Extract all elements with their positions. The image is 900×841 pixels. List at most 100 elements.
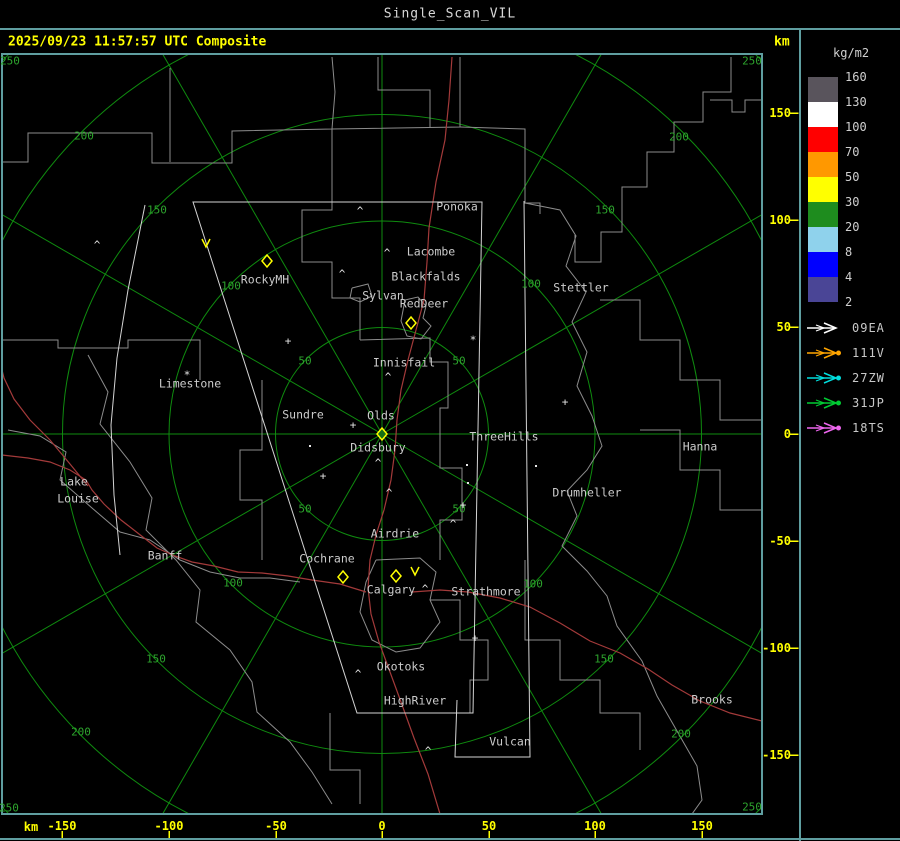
ring-distance-label: 150 — [595, 203, 615, 217]
storm-vector-icon — [410, 566, 420, 577]
town-label: Stettler — [553, 280, 609, 295]
radar-site-id-label: 18TS — [852, 421, 885, 435]
bottom-axis-tick-label: 150 — [691, 819, 713, 833]
town-plus-marker: + — [319, 469, 327, 483]
radar-site-diamond-icon — [376, 426, 388, 442]
town-plus-marker: + — [459, 498, 467, 512]
town-plus-marker: + — [284, 334, 292, 348]
radar-site-id-label: 111V — [852, 346, 885, 360]
vil-scale-color-block — [808, 202, 838, 227]
vil-scale-value-label: 30 — [845, 195, 860, 209]
town-caret-marker: ^ — [449, 517, 457, 531]
town-caret-marker: ^ — [421, 582, 429, 596]
town-label: Drumheller — [552, 485, 622, 500]
county-boundary — [331, 57, 461, 130]
town-label: HighRiver — [383, 693, 447, 708]
town-label: RedDeer — [399, 296, 449, 311]
site-arrow-tip — [836, 375, 841, 381]
radial-line — [162, 55, 383, 435]
radar-site-id-label: 09EA — [852, 321, 885, 335]
right-axis-tick-label: 0 — [783, 427, 791, 441]
ring-distance-label: 200 — [74, 129, 94, 143]
range-ring — [3, 55, 761, 813]
town-label: Lake — [60, 474, 88, 489]
town-caret-marker: ^ — [354, 667, 362, 681]
town-label: Innisfail — [372, 355, 436, 370]
town-dot-marker — [535, 465, 537, 467]
county-boundary — [359, 557, 441, 653]
radar-map-canvas — [0, 29, 900, 841]
vil-scale-color-block — [808, 252, 838, 277]
radar-site-diamond-icon — [405, 315, 417, 331]
map-layers — [3, 55, 761, 813]
ring-distance-label: 150 — [146, 652, 166, 666]
bottom-axis-tick-label: -100 — [154, 819, 184, 833]
highway-line — [3, 371, 89, 487]
county-boundary — [87, 354, 333, 805]
ring-distance-label: 250 — [0, 801, 19, 815]
town-caret-marker: ^ — [356, 204, 364, 218]
town-label: Sundre — [282, 407, 324, 422]
vil-scale-value-label: 2 — [845, 295, 853, 309]
right-axis-tick-label: 100 — [769, 213, 791, 227]
ring-distance-label: 250 — [742, 54, 762, 68]
town-dot-marker — [466, 464, 468, 466]
radar-app-window: Single_Scan_VIL 2025/09/23 11:57:57 UTC … — [0, 0, 900, 841]
ring-distance-label: 200 — [671, 727, 691, 741]
county-boundary — [301, 129, 361, 340]
vil-scale-value-label: 160 — [845, 70, 867, 84]
town-star-marker: * — [183, 368, 191, 382]
town-caret-marker: ^ — [385, 486, 393, 500]
radar-site-diamond-icon — [337, 569, 349, 585]
site-arrow-tip — [836, 350, 841, 356]
legend-units-label: kg/m2 — [833, 46, 870, 60]
vil-scale-value-label: 50 — [845, 170, 860, 184]
bottom-axis-unit-label: km — [23, 820, 39, 834]
bottom-axis-tick-label: -150 — [47, 819, 77, 833]
town-plus-marker: + — [471, 631, 479, 645]
scan-sector-outline — [454, 200, 531, 758]
radar-site-id-label: 27ZW — [852, 371, 885, 385]
ring-distance-label: 250 — [742, 800, 762, 814]
right-axis-tick-label: 150 — [769, 106, 791, 120]
ring-distance-label: 150 — [594, 652, 614, 666]
town-label: Lacombe — [406, 244, 456, 259]
bottom-axis-tick-label: 100 — [584, 819, 606, 833]
town-label: Sylvan — [362, 288, 404, 303]
town-label: Didsbury — [350, 440, 406, 455]
ring-distance-label: 100 — [523, 577, 543, 591]
town-label: Hanna — [682, 439, 718, 454]
county-boundary — [600, 299, 761, 421]
ring-distance-label: 200 — [71, 725, 91, 739]
right-axis-tick-label: -150 — [762, 748, 791, 762]
bottom-axis-tick-label: 50 — [481, 819, 497, 833]
town-plus-marker: + — [349, 418, 357, 432]
radar-site-diamond-icon — [390, 568, 402, 584]
town-caret-marker: ^ — [383, 246, 391, 260]
radar-site-id-label: 31JP — [852, 396, 885, 410]
town-label: RockyMH — [240, 272, 290, 287]
ring-distance-label: 150 — [147, 203, 167, 217]
ring-distance-label: 100 — [521, 277, 541, 291]
town-label: Ponoka — [436, 199, 478, 214]
town-label: Olds — [367, 408, 395, 423]
town-label: Louise — [57, 491, 99, 506]
ring-distance-label: 100 — [223, 576, 243, 590]
right-axis-tick-label: 50 — [776, 320, 791, 334]
county-boundary — [710, 99, 761, 113]
vil-scale-value-label: 130 — [845, 95, 867, 109]
town-label: Banff — [147, 548, 183, 563]
town-caret-marker: ^ — [384, 370, 392, 384]
ring-distance-label: 50 — [452, 354, 466, 368]
county-boundary — [524, 202, 703, 813]
site-arrow-tip — [836, 400, 841, 406]
right-axis-tick-label: -100 — [762, 641, 791, 655]
town-dot-marker — [309, 445, 311, 447]
town-label: Strathmore — [451, 584, 521, 599]
ring-distance-label: 200 — [669, 130, 689, 144]
town-label: Brooks — [691, 692, 733, 707]
town-caret-marker: ^ — [424, 744, 432, 758]
right-axis-tick-label: -50 — [769, 534, 791, 548]
vil-scale-color-block — [808, 227, 838, 252]
county-boundary — [3, 56, 336, 164]
